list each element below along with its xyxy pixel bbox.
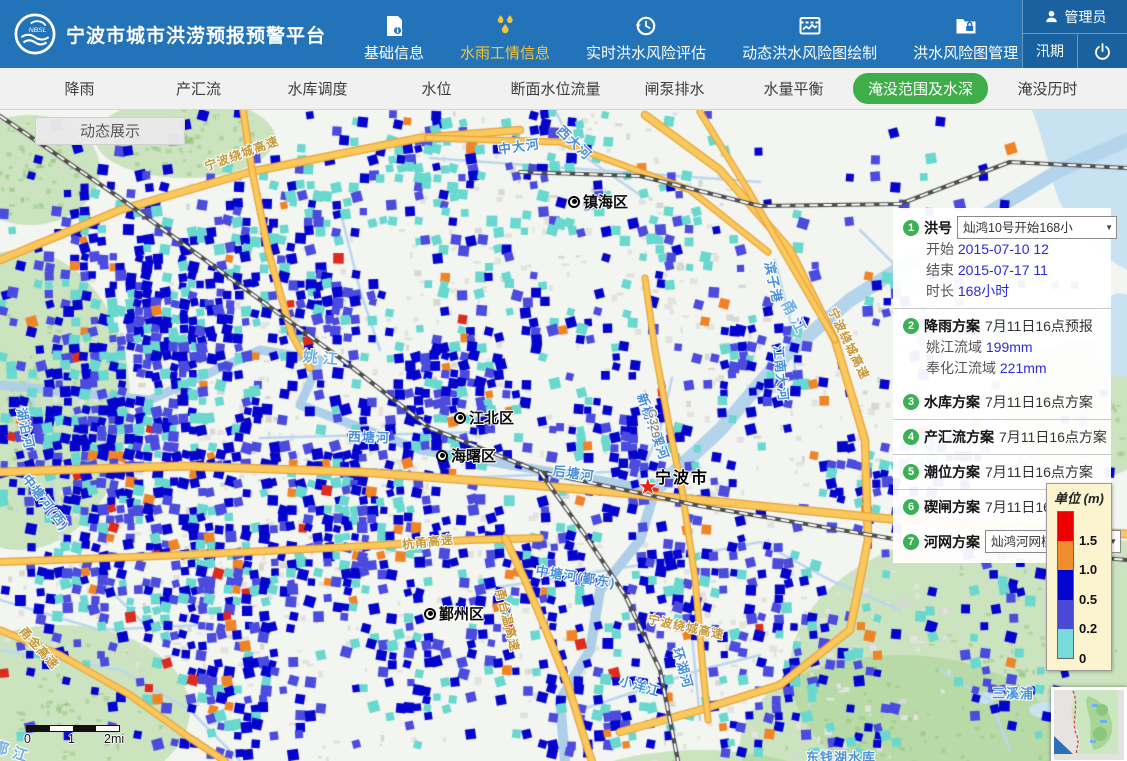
rainfall-section: 2 降雨方案 7月11日16点预报 姚江流域 199mm 奉化江流域 221mm (893, 308, 1111, 385)
dynamic-display-button[interactable]: 动态展示 (35, 117, 185, 145)
subnav-tab-6[interactable]: 水量平衡 (734, 78, 853, 99)
legend-tick-1.0: 1.0 (1079, 562, 1097, 577)
subnav-tab-0[interactable]: 降雨 (20, 78, 139, 99)
flood-number-label: 洪号 (924, 217, 952, 239)
map-scalebar: 0 1 2mi (26, 725, 122, 746)
subnav-tab-1[interactable]: 产汇流 (139, 78, 258, 99)
step-5-badge: 5 (903, 464, 919, 480)
legend-tick-0: 0 (1079, 651, 1086, 666)
document-info-icon (382, 13, 406, 39)
overview-minimap[interactable] (1051, 687, 1127, 761)
flood-number-section: 1 洪号 灿鸿10号开始168小 ▼ 开始 2015-07-10 12 结束 2… (893, 210, 1111, 308)
nav-item-chart-window[interactable]: 动态洪水风险图绘制 (742, 13, 877, 63)
page-title: 宁波市城市洪涝预报预警平台 (66, 21, 326, 48)
chart-window-icon (798, 13, 822, 39)
nav-item-history-clock[interactable]: 实时洪水风险评估 (586, 13, 706, 63)
flood-number-select[interactable]: 灿鸿10号开始168小 ▼ (957, 216, 1117, 239)
yaojiang-row: 姚江流域 199mm (903, 337, 1103, 358)
folder-lock-icon (954, 13, 978, 39)
subnav-tab-3[interactable]: 水位 (377, 78, 496, 99)
subnav: 降雨产汇流水库调度水位断面水位流量闸泵排水水量平衡淹没范围及水深淹没历时 (0, 68, 1127, 110)
subnav-tab-4[interactable]: 断面水位流量 (496, 78, 615, 99)
nav-item-document-info[interactable]: 基础信息 (364, 13, 424, 63)
svg-text:NBSL: NBSL (29, 27, 47, 34)
scale-label-0: 0 (24, 732, 31, 746)
power-icon (1093, 42, 1112, 61)
chevron-down-icon: ▼ (1105, 217, 1113, 239)
plan-section-3: 3水库方案7月11日16点方案 (893, 385, 1111, 419)
subnav-tab-5[interactable]: 闸泵排水 (615, 78, 734, 99)
season-button[interactable]: 汛期 (1023, 34, 1078, 68)
plan-section-4: 4产汇流方案7月11日16点方案 (893, 419, 1111, 454)
app-logo-icon: NBSL (14, 13, 56, 55)
water-drops-icon (492, 13, 518, 39)
scalebar-bar (26, 725, 120, 732)
legend-tick-0.2: 0.2 (1079, 621, 1097, 636)
subnav-tab-2[interactable]: 水库调度 (258, 78, 377, 99)
user-name: 管理员 (1065, 7, 1107, 27)
duration-row: 时长 168小时 (903, 281, 1103, 302)
nav-item-water-drops[interactable]: 水雨工情信息 (460, 13, 550, 63)
main-nav: 基础信息水雨工情信息实时洪水风险评估动态洪水风险图绘制洪水风险图管理系统设置 (364, 5, 1114, 63)
user-menu[interactable]: 管理员 (1023, 0, 1127, 34)
scale-label-2mi: 2mi (104, 732, 124, 746)
map-area[interactable]: 中大河西大河滨子港甬江姚江西塘河后塘河新杨木碶河江南大河湖泊河中塘河(西)中塘河… (0, 110, 1127, 761)
fenghuajiang-row: 奉化江流域 221mm (903, 358, 1103, 379)
legend-tick-0.5: 0.5 (1079, 592, 1097, 607)
user-block: 管理员 汛期 (1022, 0, 1127, 68)
step-2-badge: 2 (903, 318, 919, 334)
legend-title: 单位 (m) (1054, 488, 1111, 507)
user-icon (1044, 9, 1059, 24)
nav-item-folder-lock[interactable]: 洪水风险图管理 (913, 13, 1018, 63)
power-button[interactable] (1078, 34, 1127, 68)
step-7-badge: 7 (903, 534, 919, 550)
subnav-tab-8[interactable]: 淹没历时 (988, 78, 1107, 99)
step-3-badge: 3 (903, 394, 919, 410)
depth-legend: 单位 (m) 1.5 1.0 0.5 0.2 0 (1046, 483, 1112, 671)
legend-tick-1.5: 1.5 (1079, 533, 1097, 548)
step-6-badge: 6 (903, 499, 919, 515)
end-time-row: 结束 2015-07-17 11 (903, 260, 1103, 281)
scale-label-1: 1 (68, 732, 75, 746)
brand: NBSL 宁波市城市洪涝预报预警平台 (0, 13, 326, 55)
subnav-tab-7[interactable]: 淹没范围及水深 (853, 73, 988, 104)
start-time-row: 开始 2015-07-10 12 (903, 239, 1103, 260)
top-header: NBSL 宁波市城市洪涝预报预警平台 基础信息水雨工情信息实时洪水风险评估动态洪… (0, 0, 1127, 68)
history-clock-icon (634, 13, 658, 39)
city-star-icon: ★ (638, 476, 658, 498)
step-4-badge: 4 (903, 429, 919, 445)
legend-colorbar (1057, 511, 1074, 659)
flood-platform-app: NBSL 宁波市城市洪涝预报预警平台 基础信息水雨工情信息实时洪水风险评估动态洪… (0, 0, 1127, 761)
step-1-badge: 1 (903, 220, 919, 236)
